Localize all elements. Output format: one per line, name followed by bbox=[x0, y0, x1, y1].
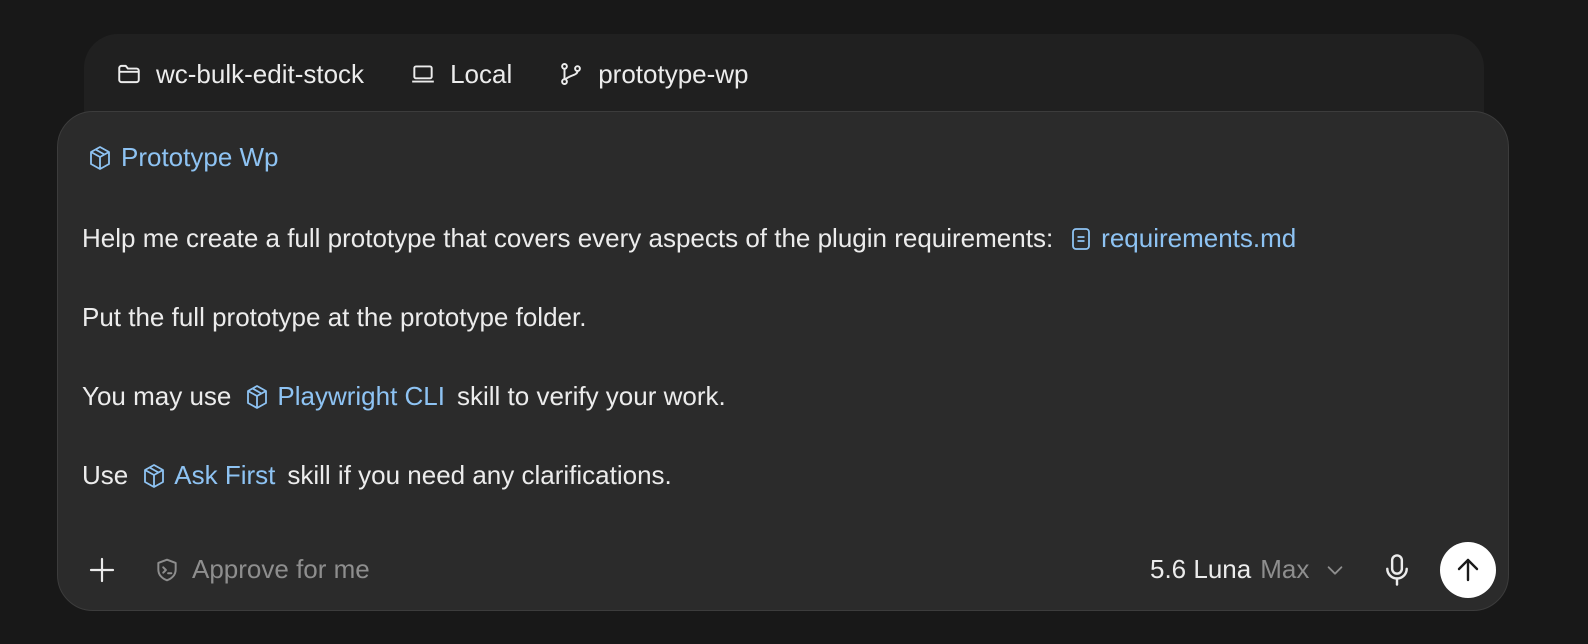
microphone-icon[interactable] bbox=[1382, 553, 1412, 587]
folder-icon bbox=[118, 64, 140, 84]
environment-label: Local bbox=[450, 58, 513, 89]
shield-terminal-icon bbox=[157, 558, 177, 581]
skill-chip-label: Prototype Wp bbox=[121, 142, 279, 172]
context-items: wc-bulk-edit-stock Local prototype-wp bbox=[116, 56, 749, 92]
document-icon bbox=[1072, 227, 1091, 250]
folder-label: wc-bulk-edit-stock bbox=[156, 58, 365, 89]
prompt-composer[interactable]: Prototype Wp Help me create a full proto… bbox=[57, 111, 1509, 611]
model-name: 5.6 Luna bbox=[1150, 554, 1252, 584]
message-text: Use bbox=[82, 460, 129, 490]
composer-toolbar: Approve for me 5.6 Luna Max bbox=[58, 540, 1508, 600]
model-mode: Max bbox=[1260, 554, 1310, 584]
plus-icon[interactable] bbox=[86, 554, 118, 586]
message-text: skill if you need any clarifications. bbox=[287, 460, 672, 490]
file-mention-label: requirements.md bbox=[1101, 223, 1297, 253]
message-text: skill to verify your work. bbox=[457, 381, 726, 411]
chevron-down-icon bbox=[1328, 565, 1343, 575]
skill-mention-label: Ask First bbox=[174, 460, 276, 490]
skill-mention-label: Playwright CLI bbox=[277, 381, 445, 411]
cube-icon bbox=[144, 463, 165, 488]
environment-selector[interactable]: Local bbox=[410, 59, 512, 90]
message-text: You may use bbox=[82, 381, 232, 411]
message-line-2: Put the full prototype at the prototype … bbox=[82, 302, 586, 333]
message-line-4: Use Ask First skill if you need any clar… bbox=[82, 460, 672, 491]
skill-mention-ask-first[interactable]: Ask First bbox=[142, 460, 275, 491]
message-text: Help me create a full prototype that cov… bbox=[82, 223, 1054, 253]
skill-chip-prototype-wp[interactable]: Prototype Wp bbox=[88, 142, 279, 173]
cube-icon bbox=[90, 145, 110, 170]
approval-mode-selector[interactable]: Approve for me bbox=[154, 554, 370, 585]
message-line-1: Help me create a full prototype that cov… bbox=[82, 223, 1308, 254]
git-branch-icon bbox=[561, 63, 582, 85]
approval-mode-label: Approve for me bbox=[192, 554, 370, 584]
arrow-up-icon bbox=[1457, 558, 1479, 582]
branch-label: prototype-wp bbox=[598, 58, 749, 89]
folder-selector[interactable]: wc-bulk-edit-stock bbox=[116, 59, 364, 90]
message-line-3: You may use Playwright CLI skill to veri… bbox=[82, 381, 726, 412]
cube-icon bbox=[247, 384, 268, 409]
laptop-icon bbox=[412, 65, 434, 83]
message-text: Put the full prototype at the prototype … bbox=[82, 302, 587, 332]
model-selector[interactable]: 5.6 Luna Max bbox=[1150, 554, 1346, 585]
skill-mention-playwright-cli[interactable]: Playwright CLI bbox=[245, 381, 445, 412]
send-button[interactable] bbox=[1440, 542, 1496, 598]
branch-selector[interactable]: prototype-wp bbox=[558, 58, 749, 90]
file-mention-requirements[interactable]: requirements.md bbox=[1069, 223, 1296, 254]
